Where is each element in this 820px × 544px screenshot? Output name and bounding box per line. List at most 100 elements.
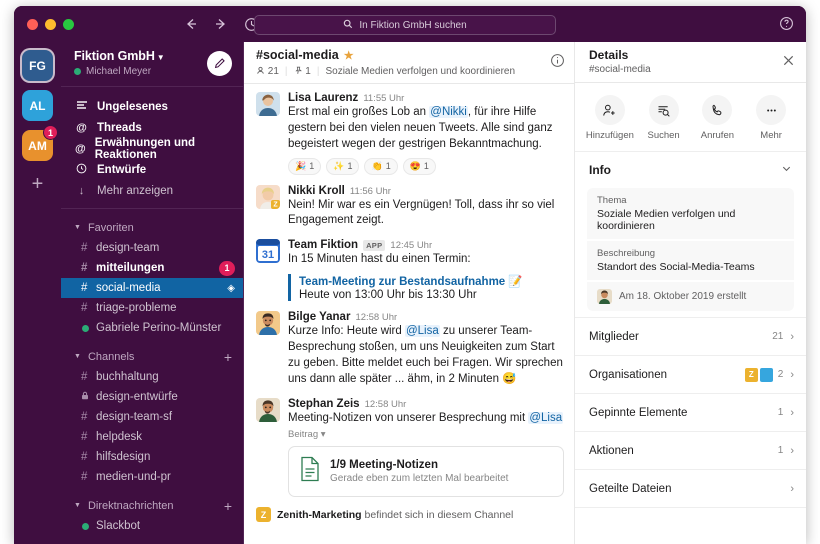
message-list: Lisa Laurenz 11:55 Uhr Erst mal ein groß… bbox=[244, 84, 574, 544]
mentions-icon: @ bbox=[75, 142, 86, 155]
sidebar-item-gabriele-perino-muenster[interactable]: Gabriele Perino-Münster bbox=[61, 318, 243, 338]
sidebar-item-design-team-sf[interactable]: # design-team-sf bbox=[61, 407, 243, 427]
message-header: Team Fiktion APP 12:45 Uhr bbox=[288, 239, 564, 252]
chevron-down-icon[interactable] bbox=[781, 163, 792, 177]
pin-count[interactable]: 1 bbox=[294, 66, 311, 77]
message-author[interactable]: Nikki Kroll bbox=[288, 185, 345, 197]
reaction-chip[interactable]: 👏 1 bbox=[364, 157, 398, 175]
message-author[interactable]: Bilge Yanar bbox=[288, 311, 350, 323]
search-action[interactable]: Suchen bbox=[638, 95, 690, 141]
post-type-dropdown[interactable]: Beitrag ▾ bbox=[288, 429, 564, 440]
sidebar-item-entwuerfe[interactable]: Entwürfe bbox=[61, 159, 243, 180]
details-row-organisationen[interactable]: Organisationen Z 2 › bbox=[575, 355, 806, 393]
mention-link[interactable]: @Lisa bbox=[528, 411, 564, 424]
sidebar-item-medien-und-pr[interactable]: # medien-und-pr bbox=[61, 467, 243, 487]
sidebar-item-triage-probleme[interactable]: # triage-probleme bbox=[61, 298, 243, 318]
section-header-channels[interactable]: ▼ Channels + bbox=[61, 346, 243, 367]
avatar[interactable] bbox=[256, 311, 280, 336]
details-row-geteilte-dateien[interactable]: Geteilte Dateien › bbox=[575, 469, 806, 507]
details-row-gepinnte-elemente[interactable]: Gepinnte Elemente 1 › bbox=[575, 393, 806, 431]
chevron-down-icon: ▼ bbox=[156, 53, 165, 62]
section-header-direktnachrichten[interactable]: ▼ Direktnachrichten + bbox=[61, 495, 243, 516]
chevron-right-icon: › bbox=[790, 444, 794, 457]
more-action[interactable]: Mehr bbox=[745, 95, 797, 141]
chevron-right-icon: › bbox=[790, 330, 794, 343]
search-input[interactable]: In Fiktion GmbH suchen bbox=[254, 15, 556, 35]
mention-link[interactable]: @Lisa bbox=[404, 325, 440, 338]
sidebar-item-social-media[interactable]: # social-media ◈ bbox=[61, 278, 243, 298]
avatar[interactable]: Z bbox=[256, 184, 280, 209]
chevron-right-icon: › bbox=[790, 482, 794, 495]
page-title[interactable]: #social-media ★ bbox=[256, 48, 564, 62]
file-attachment[interactable]: 1/9 Meeting-Notizen Gerade eben zum letz… bbox=[288, 446, 564, 498]
workspace-switcher-am[interactable]: AM 1 bbox=[22, 125, 58, 161]
arrow-right-icon[interactable] bbox=[214, 17, 228, 31]
sidebar-item-hilfsdesign[interactable]: # hilfsdesign bbox=[61, 447, 243, 467]
sidebar-item-helpdesk[interactable]: # helpdesk bbox=[61, 427, 243, 447]
search-list-icon bbox=[648, 95, 679, 125]
message-text-part: Kurze Info: Heute wird bbox=[288, 325, 405, 338]
reaction-chip[interactable]: 🎉 1 bbox=[288, 157, 322, 175]
message-author[interactable]: Lisa Laurenz bbox=[288, 92, 358, 104]
close-window-button[interactable] bbox=[27, 18, 38, 30]
section-header-favoriten[interactable]: ▼ Favoriten bbox=[61, 217, 243, 238]
sidebar-item-slackbot[interactable]: Slackbot bbox=[61, 516, 243, 536]
member-count[interactable]: 21 bbox=[256, 66, 279, 77]
reaction-emoji: 😍 bbox=[409, 160, 421, 171]
sidebar-item-mehr-anzeigen[interactable]: ↓ Mehr anzeigen bbox=[61, 180, 243, 201]
info-cell-beschreibung[interactable]: Beschreibung Standort des Social-Media-T… bbox=[587, 241, 794, 280]
call-action[interactable]: Anrufen bbox=[691, 95, 743, 141]
avatar[interactable]: 31 bbox=[256, 239, 280, 264]
info-icon[interactable] bbox=[550, 53, 565, 73]
add-workspace-button[interactable]: + bbox=[32, 174, 44, 194]
reaction-list: 🎉 1 ✨ 1 👏 1 😍 1 bbox=[288, 157, 564, 175]
sidebar-item-threads[interactable]: @ Threads bbox=[61, 117, 243, 138]
message-author[interactable]: Team Fiktion bbox=[288, 239, 358, 251]
add-dm-button[interactable]: + bbox=[224, 499, 232, 513]
channel-sidebar: Fiktion GmbH ▼ Michael Meyer Ungelesenes … bbox=[61, 42, 244, 544]
avatar[interactable] bbox=[256, 397, 280, 422]
reaction-chip[interactable]: 😍 1 bbox=[402, 157, 436, 175]
workspace-header[interactable]: Fiktion GmbH ▼ Michael Meyer bbox=[61, 42, 243, 87]
help-circle-icon[interactable] bbox=[779, 16, 794, 36]
info-section-header[interactable]: Info bbox=[575, 152, 806, 188]
more-dots-icon bbox=[756, 95, 787, 125]
minimize-window-button[interactable] bbox=[45, 18, 56, 30]
sidebar-item-ungelesenes[interactable]: Ungelesenes bbox=[61, 96, 243, 117]
sidebar-item-erwaehnungen[interactable]: @ Erwähnungen und Reaktionen bbox=[61, 136, 243, 161]
message-item: Z Nikki Kroll 11:56 Uhr Nein! Mir war es… bbox=[256, 184, 564, 230]
sidebar-item-mitteilungen[interactable]: # mitteilungen 1 bbox=[61, 258, 243, 278]
add-person-icon bbox=[594, 95, 625, 125]
details-row-aktionen[interactable]: Aktionen 1 › bbox=[575, 431, 806, 469]
details-action-bar: Hinzufügen Suchen Anrufen Mehr bbox=[575, 83, 806, 152]
reaction-chip[interactable]: ✨ 1 bbox=[326, 157, 360, 175]
sidebar-item-design-team[interactable]: # design-team bbox=[61, 238, 243, 258]
window-controls[interactable] bbox=[27, 18, 74, 30]
channel-topic[interactable]: Soziale Medien verfolgen und koordiniere… bbox=[325, 66, 515, 77]
meeting-title[interactable]: Team-Meeting zur Bestandsaufnahme 📝 bbox=[299, 274, 564, 288]
hash-icon: # bbox=[81, 431, 88, 443]
org-badge-icon: Z bbox=[256, 507, 271, 523]
close-icon[interactable] bbox=[782, 54, 795, 70]
sidebar-item-label: Entwürfe bbox=[97, 163, 147, 176]
sidebar-item-label: Erwähnungen und Reaktionen bbox=[94, 136, 196, 161]
mention-link[interactable]: @Nikki bbox=[429, 106, 468, 118]
workspace-switcher-al[interactable]: AL bbox=[22, 90, 53, 121]
info-created-row: Am 18. Oktober 2019 erstellt bbox=[587, 282, 794, 311]
hash-icon: # bbox=[81, 242, 88, 254]
titlebar: In Fiktion GmbH suchen bbox=[14, 6, 806, 42]
add-channel-button[interactable]: + bbox=[224, 350, 232, 364]
message-author[interactable]: Stephan Zeis bbox=[288, 398, 360, 410]
workspace-switcher-fg[interactable]: FG bbox=[22, 50, 53, 81]
info-cell-thema[interactable]: Thema Soziale Medien verfolgen und koord… bbox=[587, 188, 794, 239]
compose-icon[interactable] bbox=[207, 51, 232, 76]
sidebar-item-design-entwuerfe[interactable]: design-entwürfe bbox=[61, 387, 243, 407]
details-row-mitglieder[interactable]: Mitglieder 21 › bbox=[575, 317, 806, 355]
star-icon[interactable]: ★ bbox=[344, 49, 354, 62]
maximize-window-button[interactable] bbox=[63, 18, 74, 30]
avatar[interactable] bbox=[256, 92, 280, 116]
add-member-action[interactable]: Hinzufügen bbox=[584, 95, 636, 141]
arrow-left-icon[interactable] bbox=[184, 17, 198, 31]
info-card: Thema Soziale Medien verfolgen und koord… bbox=[587, 188, 794, 311]
sidebar-item-buchhaltung[interactable]: # buchhaltung bbox=[61, 367, 243, 387]
